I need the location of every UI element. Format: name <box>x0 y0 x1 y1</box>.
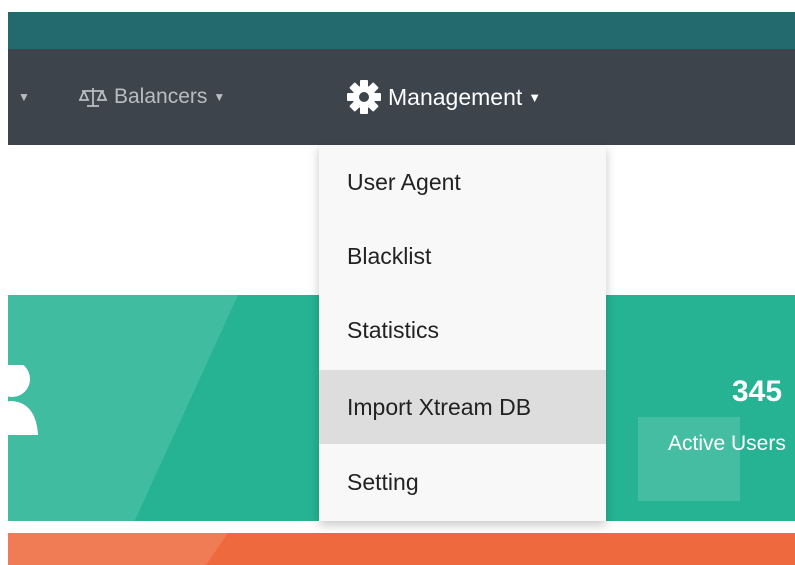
scales-icon <box>78 85 108 109</box>
menu-item-label: Blacklist <box>347 242 432 269</box>
menu-item-user-agent[interactable]: User Agent <box>319 145 606 219</box>
caret-down-icon: ▼ <box>213 90 226 104</box>
user-icon <box>8 361 40 442</box>
active-users-count: 345 <box>732 375 783 408</box>
orange-stat-banner <box>8 533 795 565</box>
main-navbar: ▼ Balancers ▼ Management ▼ <box>8 49 795 145</box>
nav-balancers[interactable]: Balancers ▼ <box>78 49 225 145</box>
menu-item-label: Import Xtream DB <box>347 393 532 420</box>
banner-decoration <box>8 533 228 565</box>
menu-item-label: User Agent <box>347 168 461 195</box>
nav-balancers-label: Balancers <box>114 85 208 108</box>
nav-previous-dropdown-caret[interactable]: ▼ <box>12 49 30 145</box>
stat-box <box>638 417 740 501</box>
menu-item-statistics[interactable]: Statistics <box>319 293 606 367</box>
menu-item-label: Setting <box>347 468 419 495</box>
caret-down-icon: ▼ <box>18 90 30 104</box>
banner-decoration <box>8 295 238 521</box>
nav-management[interactable]: Management ▼ <box>346 49 541 145</box>
menu-item-blacklist[interactable]: Blacklist <box>319 219 606 293</box>
active-users-label: Active Users <box>668 432 786 455</box>
top-header-strip <box>8 12 795 49</box>
management-dropdown-menu: User Agent Blacklist Statistics Import X… <box>319 145 606 521</box>
gear-icon <box>346 79 382 115</box>
menu-item-import-xtream-db[interactable]: Import Xtream DB <box>319 370 606 444</box>
nav-management-label: Management <box>388 83 523 110</box>
menu-item-setting[interactable]: Setting <box>319 445 606 519</box>
section-gap <box>8 521 795 533</box>
caret-down-icon: ▼ <box>528 89 542 105</box>
menu-item-label: Statistics <box>347 316 440 343</box>
